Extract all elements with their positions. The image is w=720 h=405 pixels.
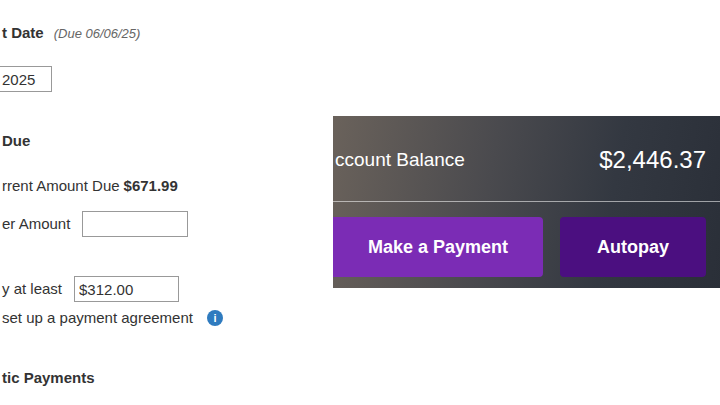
amount-option-label: er Amount xyxy=(2,214,70,234)
payment-date-label: t Date xyxy=(2,23,44,43)
amount-option-label: y at least xyxy=(2,279,62,299)
amount-due-heading: Due xyxy=(2,131,30,151)
amount-value: $671.99 xyxy=(124,176,178,196)
payment-date-label-row: t Date (Due 06/06/25) xyxy=(2,23,140,44)
payment-agreement-row[interactable]: set up a payment agreement i xyxy=(2,308,223,328)
payment-agreement-label: set up a payment agreement xyxy=(2,308,193,328)
payment-date-input[interactable] xyxy=(0,66,52,92)
balance-label: ccount Balance xyxy=(333,149,465,171)
amount-option[interactable]: rrent Amount Due$671.99 xyxy=(2,176,178,196)
amount-option-label: rrent Amount Due xyxy=(2,176,120,196)
divider xyxy=(333,201,720,202)
balance-row: ccount Balance $2,446.37 xyxy=(333,140,706,180)
amount-input[interactable] xyxy=(82,211,188,237)
payment-form: t Date (Due 06/06/25) Due rrent Amount Due$… xyxy=(0,0,333,405)
card-buttons: Make a Payment Autopay xyxy=(333,217,706,277)
due-note: (Due 06/06/25) xyxy=(54,24,141,44)
automatic-payments-heading: tic Payments xyxy=(2,368,95,388)
card-button[interactable]: Autopay xyxy=(560,217,706,277)
balance-card: ccount Balance $2,446.37 Make a Payment Aut… xyxy=(333,116,720,288)
info-icon[interactable]: i xyxy=(207,310,223,326)
balance-amount: $2,446.37 xyxy=(599,146,706,174)
amount-option[interactable]: er Amount xyxy=(2,211,188,237)
card-button[interactable]: Make a Payment xyxy=(333,217,543,277)
amount-option[interactable]: y at least xyxy=(2,276,179,302)
payment-page: t Date(Due 06/06/25)Duerrent Amount Due$… xyxy=(0,0,720,405)
amount-input[interactable] xyxy=(74,276,179,302)
